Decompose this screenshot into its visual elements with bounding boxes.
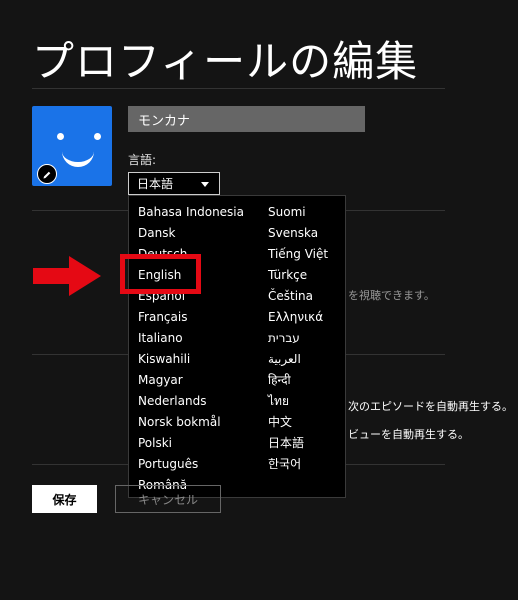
edit-avatar-button[interactable]: [37, 164, 57, 184]
language-option[interactable]: Suomi: [268, 204, 306, 220]
red-arrow-icon: [33, 256, 101, 296]
language-option[interactable]: Français: [138, 309, 187, 325]
language-option[interactable]: Čeština: [268, 288, 313, 304]
autoplay-preview-text: ビューを自動再生する。: [348, 428, 469, 441]
divider: [32, 88, 445, 89]
language-option[interactable]: Português: [138, 456, 198, 472]
language-option[interactable]: Svenska: [268, 225, 318, 241]
language-option[interactable]: العربية: [268, 351, 301, 367]
language-option[interactable]: עברית: [268, 330, 300, 346]
language-label: 言語:: [128, 153, 157, 167]
language-option[interactable]: Magyar: [138, 372, 183, 388]
language-option[interactable]: Italiano: [138, 330, 183, 346]
language-select[interactable]: 日本語: [128, 172, 220, 195]
language-selected-value: 日本語: [137, 177, 174, 191]
language-option[interactable]: Polski: [138, 435, 172, 451]
chevron-down-icon: [201, 182, 209, 187]
language-option[interactable]: हिन्दी: [268, 372, 291, 388]
language-dropdown[interactable]: Bahasa Indonesia Dansk Deutsch English E…: [128, 195, 346, 498]
language-option[interactable]: 中文: [268, 414, 292, 430]
language-option[interactable]: 日本語: [268, 435, 304, 451]
language-option[interactable]: Bahasa Indonesia: [138, 204, 244, 220]
language-option[interactable]: Norsk bokmål: [138, 414, 221, 430]
language-option[interactable]: Nederlands: [138, 393, 206, 409]
save-button[interactable]: 保存: [32, 485, 97, 513]
language-option[interactable]: Dansk: [138, 225, 175, 241]
cancel-button[interactable]: キャンセル: [115, 485, 221, 513]
language-option[interactable]: Tiếng Việt: [268, 246, 328, 262]
language-option[interactable]: Ελληνικά: [268, 309, 323, 325]
language-option[interactable]: 한국어: [268, 456, 301, 472]
profile-name-input[interactable]: [128, 106, 365, 132]
page-title: プロフィールの編集: [32, 37, 419, 86]
language-option[interactable]: Türkçe: [268, 267, 307, 283]
language-option[interactable]: ไทย: [268, 393, 289, 409]
pencil-icon: [42, 165, 52, 184]
maturity-text: を視聴できます。: [348, 289, 435, 302]
language-option[interactable]: Kiswahili: [138, 351, 190, 367]
autoplay-next-episode-text: 次のエピソードを自動再生する。: [348, 400, 513, 413]
red-highlight-box: [120, 254, 201, 294]
